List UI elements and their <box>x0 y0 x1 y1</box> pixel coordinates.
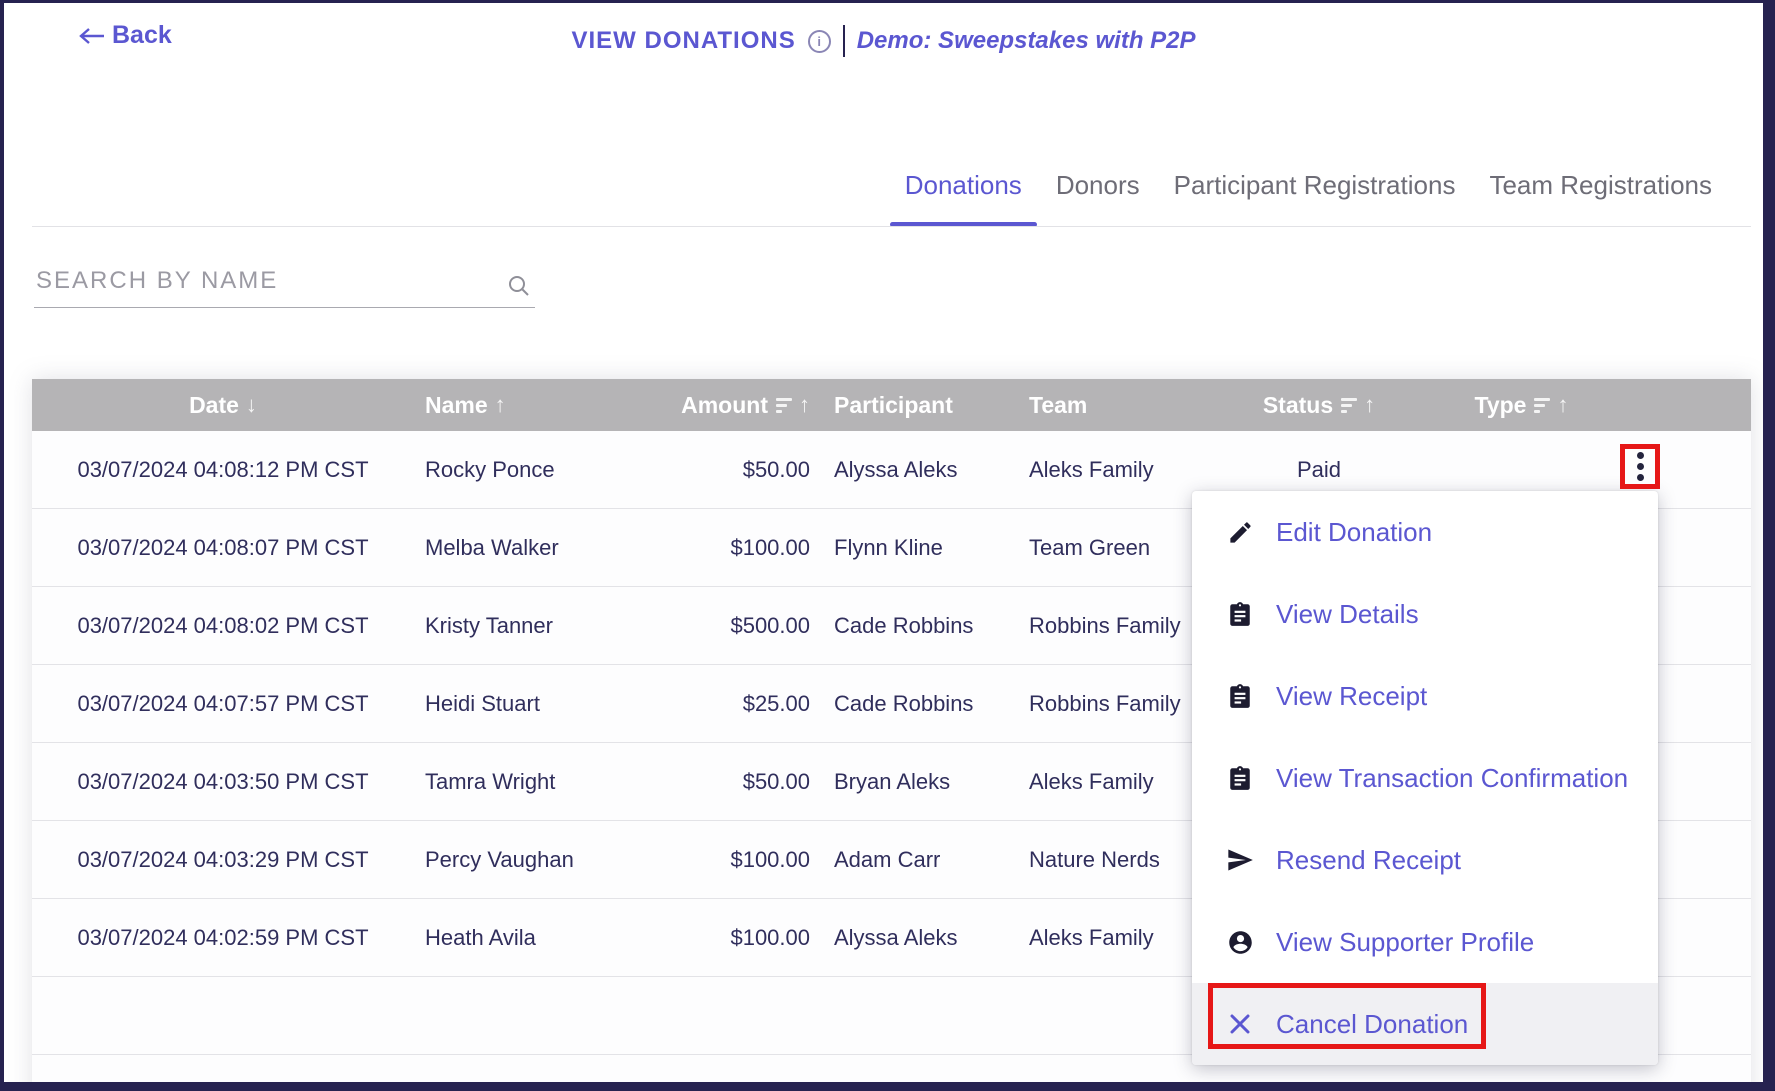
cell-amount: $100.00 <box>644 821 820 898</box>
cell-team: Robbins Family <box>1019 587 1199 664</box>
cell-name: Kristy Tanner <box>414 587 644 664</box>
cell-participant: Cade Robbins <box>820 587 1019 664</box>
sort-asc-icon: ↑ <box>799 392 810 418</box>
menu-item-view-supporter-profile[interactable]: View Supporter Profile <box>1192 901 1658 983</box>
person-circle-icon <box>1225 929 1255 956</box>
view-donations-page: Back VIEW DONATIONS i Demo: Sweepstakes … <box>0 0 1775 1091</box>
cell-name: Melba Walker <box>414 509 644 586</box>
cell-name: Percy Vaughan <box>414 821 644 898</box>
cell-team: Aleks Family <box>1019 899 1199 976</box>
menu-item-view-receipt[interactable]: View Receipt <box>1192 655 1658 737</box>
cell-participant: Adam Carr <box>820 821 1019 898</box>
column-header-amount[interactable]: Amount ↑ <box>644 379 820 431</box>
cell-amount: $50.00 <box>644 431 820 508</box>
sort-asc-icon: ↑ <box>1364 392 1375 418</box>
cell-team: Aleks Family <box>1019 431 1199 508</box>
title-bar: VIEW DONATIONS i Demo: Sweepstakes with … <box>4 25 1763 57</box>
column-header-status[interactable]: Status ↑ <box>1199 379 1439 431</box>
cell-amount: $50.00 <box>644 743 820 820</box>
filter-icon[interactable] <box>776 398 792 413</box>
cell-date: 03/07/2024 04:03:29 PM CST <box>32 821 414 898</box>
column-header-date[interactable]: Date ↓ <box>32 379 414 431</box>
column-header-name[interactable]: Name ↑ <box>414 379 644 431</box>
cell-participant: Alyssa Aleks <box>820 431 1019 508</box>
cell-date: 03/07/2024 04:03:50 PM CST <box>32 743 414 820</box>
row-actions-menu: Edit Donation View Details <box>1192 491 1658 1065</box>
menu-item-edit-donation[interactable]: Edit Donation <box>1192 491 1658 573</box>
cell-date: 03/07/2024 04:08:07 PM CST <box>32 509 414 586</box>
cell-name: Rocky Ponce <box>414 431 644 508</box>
send-icon <box>1225 846 1255 874</box>
cell-amount: $100.00 <box>644 899 820 976</box>
cell-name: Tamra Wright <box>414 743 644 820</box>
page-title: VIEW DONATIONS <box>571 27 795 55</box>
search-icon[interactable] <box>507 274 531 298</box>
sort-asc-icon: ↑ <box>1557 392 1568 418</box>
tab-participant-registrations[interactable]: Participant Registrations <box>1172 143 1458 227</box>
tab-donations[interactable]: Donations <box>903 143 1024 227</box>
column-header-type[interactable]: Type ↑ <box>1439 379 1604 431</box>
cell-team: Nature Nerds <box>1019 821 1199 898</box>
column-header-actions <box>1604 379 1751 431</box>
cell-date: 03/07/2024 04:02:59 PM CST <box>32 899 414 976</box>
clipboard-icon <box>1225 601 1255 627</box>
sort-desc-icon: ↓ <box>246 392 257 418</box>
tab-bar: Donations Donors Participant Registratio… <box>903 143 1714 227</box>
row-actions-kebab-icon[interactable] <box>1637 452 1644 481</box>
cell-team: Aleks Family <box>1019 743 1199 820</box>
highlight-box-row-actions <box>1620 444 1660 489</box>
cell-participant: Cade Robbins <box>820 665 1019 742</box>
cell-date: 03/07/2024 04:07:57 PM CST <box>32 665 414 742</box>
cell-participant: Bryan Aleks <box>820 743 1019 820</box>
menu-item-resend-receipt[interactable]: Resend Receipt <box>1192 819 1658 901</box>
tab-donors[interactable]: Donors <box>1054 143 1142 227</box>
table-header-row: Date ↓ Name ↑ Amount ↑ Participant Team … <box>32 379 1751 431</box>
cell-date: 03/07/2024 04:08:12 PM CST <box>32 431 414 508</box>
cell-participant: Flynn Kline <box>820 509 1019 586</box>
cell-amount: $100.00 <box>644 509 820 586</box>
pencil-icon <box>1225 519 1255 546</box>
menu-item-view-transaction-confirmation[interactable]: View Transaction Confirmation <box>1192 737 1658 819</box>
clipboard-icon <box>1225 683 1255 709</box>
cell-amount: $25.00 <box>644 665 820 742</box>
title-divider <box>843 25 845 57</box>
cell-name: Heidi Stuart <box>414 665 644 742</box>
filter-icon[interactable] <box>1534 398 1550 413</box>
search-field <box>34 253 535 308</box>
column-header-team[interactable]: Team <box>1019 379 1199 431</box>
column-header-participant[interactable]: Participant <box>820 379 1019 431</box>
menu-item-view-details[interactable]: View Details <box>1192 573 1658 655</box>
cell-participant: Alyssa Aleks <box>820 899 1019 976</box>
clipboard-icon <box>1225 765 1255 791</box>
cell-date: 03/07/2024 04:08:02 PM CST <box>32 587 414 664</box>
cell-team: Team Green <box>1019 509 1199 586</box>
x-icon <box>1225 1012 1255 1036</box>
cell-amount: $500.00 <box>644 587 820 664</box>
event-name: Demo: Sweepstakes with P2P <box>857 27 1196 55</box>
info-icon[interactable]: i <box>808 30 831 53</box>
sort-asc-icon: ↑ <box>495 392 506 418</box>
menu-item-cancel-donation[interactable]: Cancel Donation <box>1192 983 1658 1065</box>
cell-name: Heath Avila <box>414 899 644 976</box>
search-input[interactable] <box>34 253 535 308</box>
cell-team: Robbins Family <box>1019 665 1199 742</box>
tab-team-registrations[interactable]: Team Registrations <box>1487 143 1714 227</box>
filter-icon[interactable] <box>1341 398 1357 413</box>
tabs-divider-line <box>32 226 1751 227</box>
